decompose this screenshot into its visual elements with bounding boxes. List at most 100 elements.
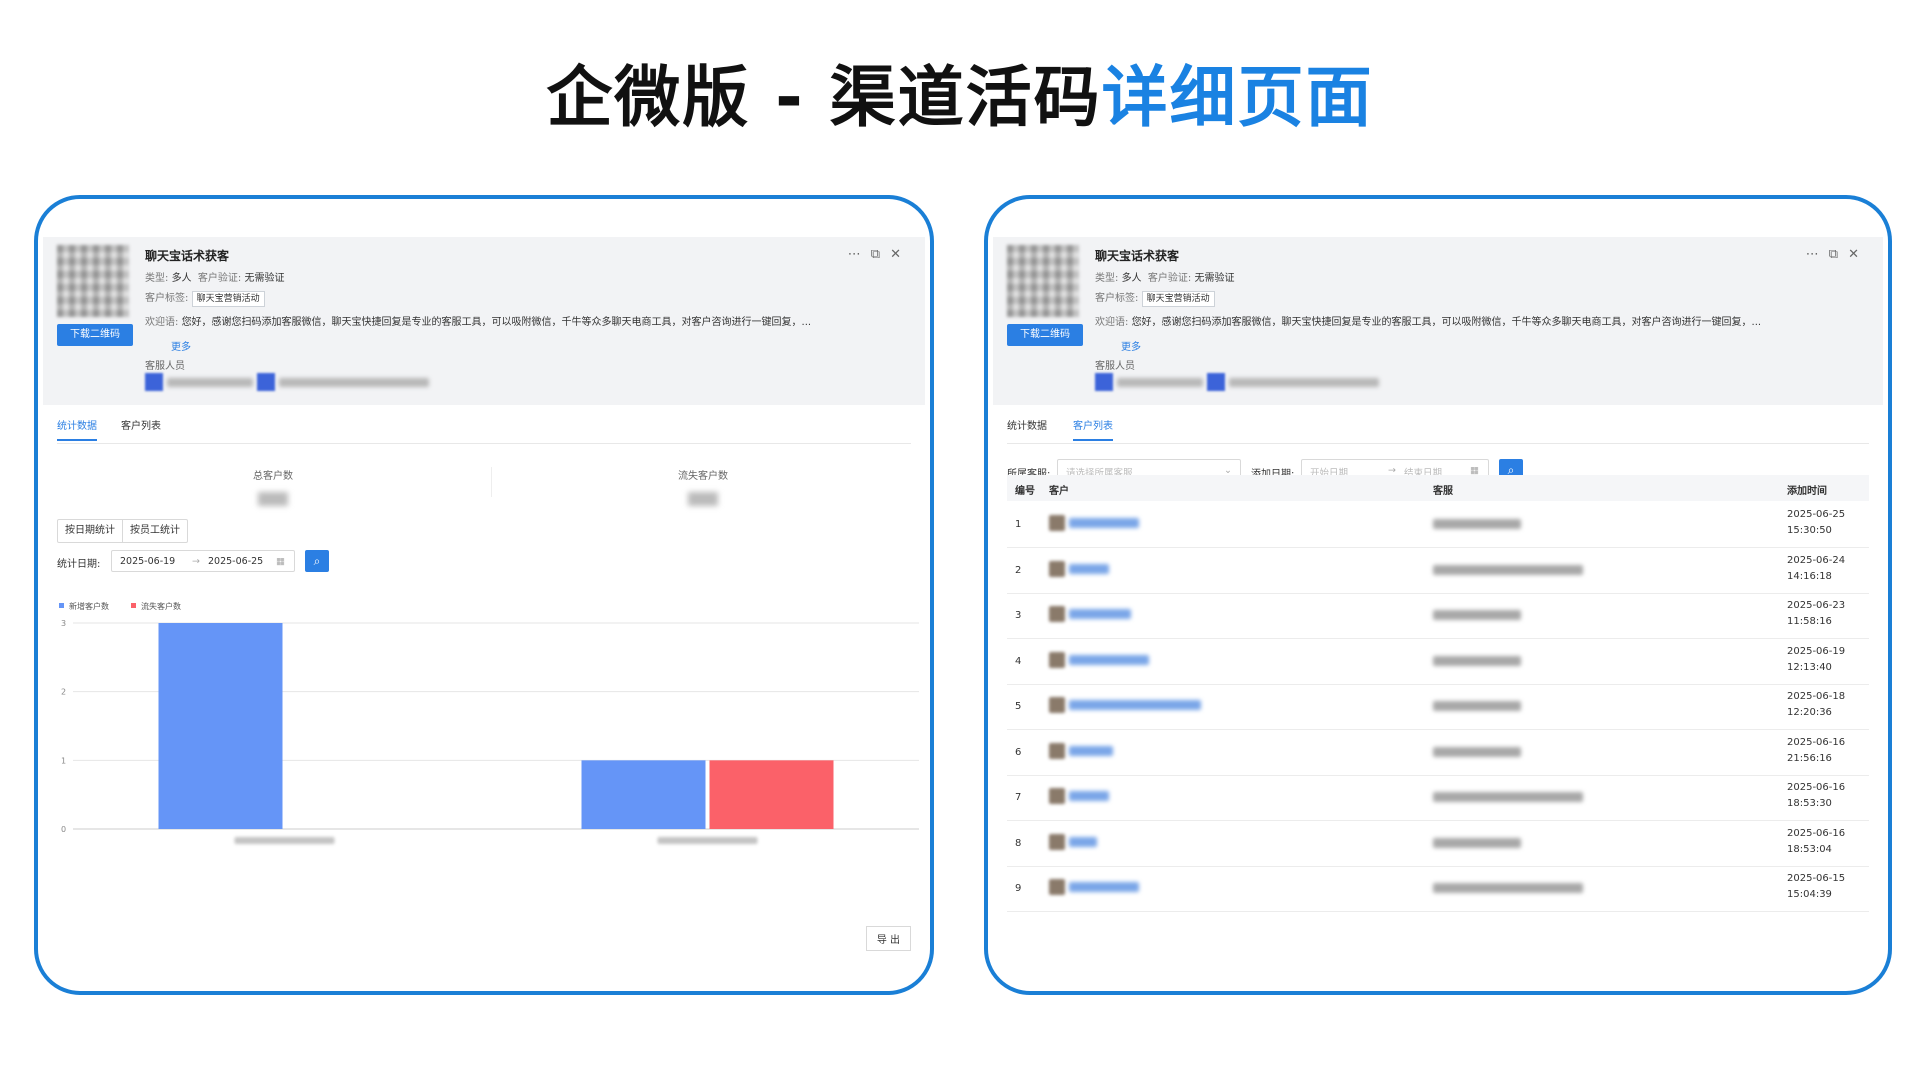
qr-code-image	[1007, 245, 1079, 317]
customer-tag: 聊天宝营销活动	[191, 291, 265, 307]
customer-name-link[interactable]	[1069, 654, 1149, 665]
search-icon: ⌕	[313, 554, 321, 568]
customer-name-link[interactable]	[1069, 563, 1109, 574]
header-actions: ⋯⧉✕	[1806, 247, 1869, 262]
avatar	[1207, 373, 1225, 391]
table-row[interactable]: 9 2025-06-15 15:04:39	[1007, 865, 1869, 912]
legend-swatch	[59, 603, 64, 608]
more-link[interactable]: 更多	[171, 338, 191, 353]
row-number: 2	[1015, 564, 1022, 576]
add-date: 2025-06-19	[1787, 645, 1846, 657]
table-row[interactable]: 2 2025-06-24 14:16:18	[1007, 547, 1869, 594]
add-time: 15:30:50	[1787, 525, 1832, 536]
channel-detail-header: 下载二维码 聊天宝话术获客 类型: 多人 客户验证: 无需验证 客户标签: 聊天…	[43, 237, 925, 405]
popout-icon[interactable]: ⧉	[871, 247, 890, 262]
table-row[interactable]: 8 2025-06-16 18:53:04	[1007, 820, 1869, 867]
add-time: 11:58:16	[1787, 616, 1832, 627]
avatar	[145, 373, 163, 391]
staff-list	[145, 373, 455, 391]
calendar-icon: ▦	[276, 556, 285, 567]
row-number: 4	[1015, 655, 1022, 667]
avatar	[1095, 373, 1113, 391]
add-date: 2025-06-25	[1787, 509, 1846, 520]
add-time: 18:53:04	[1787, 843, 1832, 855]
customer-name-link[interactable]	[1069, 700, 1201, 710]
staff-list	[1095, 373, 1405, 391]
legend-swatch	[131, 603, 136, 608]
tab-customer-list[interactable]: 客户列表	[1073, 417, 1113, 432]
tab-divider	[57, 443, 911, 444]
popout-icon[interactable]: ⧉	[1829, 247, 1848, 262]
download-qr-button[interactable]: 下载二维码	[1007, 324, 1083, 346]
row-number: 8	[1015, 837, 1022, 849]
avatar	[1049, 651, 1065, 668]
avatar	[1049, 788, 1065, 804]
close-icon[interactable]: ✕	[890, 247, 911, 262]
staff-name	[279, 378, 429, 387]
staff-label: 客服人员	[145, 361, 185, 372]
customer-name-link[interactable]	[1069, 836, 1097, 847]
y-tick-label: 1	[61, 756, 66, 765]
add-date: 2025-06-15	[1787, 873, 1846, 884]
total-customers-stat: 总客户数	[173, 467, 373, 506]
stat-divider	[491, 467, 492, 497]
by-date-button[interactable]: 按日期统计	[58, 520, 123, 542]
more-icon[interactable]: ⋯	[1806, 247, 1829, 262]
avatar	[1049, 697, 1065, 713]
bar	[581, 760, 706, 829]
avatar	[1049, 606, 1065, 622]
table-row[interactable]: 3 2025-06-23 11:58:16	[1007, 592, 1869, 639]
date-range-input[interactable]: 2025-06-19 → 2025-06-25 ▦	[111, 550, 295, 572]
add-date: 2025-06-16	[1787, 736, 1846, 748]
table-row[interactable]: 4 2025-06-19 12:13:40	[1007, 638, 1869, 685]
type-line: 类型: 多人 客户验证: 无需验证	[145, 273, 285, 284]
tag-line: 客户标签: 聊天宝营销活动	[1095, 289, 1215, 307]
add-time: 18:53:30	[1787, 798, 1832, 809]
staff-name	[1433, 564, 1583, 575]
avatar	[1049, 560, 1065, 577]
tab-stats[interactable]: 统计数据	[57, 417, 97, 432]
category-label	[657, 837, 758, 844]
customer-name-link[interactable]	[1069, 882, 1139, 892]
customer-name-link[interactable]	[1069, 518, 1139, 528]
customer-name-link[interactable]	[1069, 745, 1113, 756]
row-number: 1	[1015, 519, 1022, 530]
customer-name-link[interactable]	[1069, 609, 1131, 619]
row-number: 3	[1015, 610, 1022, 621]
customer-name-link[interactable]	[1069, 791, 1109, 801]
y-tick-label: 3	[61, 619, 66, 628]
bar-chart: 0 1 2 3新增客户数 流失客户数	[59, 601, 919, 844]
y-tick-label: 2	[61, 688, 66, 697]
by-staff-button[interactable]: 按员工统计	[123, 520, 187, 542]
channel-detail-header: 下载二维码 聊天宝话术获客 类型: 多人 客户验证: 无需验证 客户标签: 聊天…	[993, 237, 1883, 405]
tab-divider	[1007, 443, 1869, 444]
staff-label: 客服人员	[1095, 361, 1135, 372]
tab-customer-list[interactable]: 客户列表	[121, 417, 161, 432]
legend-label: 新增客户数	[69, 601, 109, 611]
export-button[interactable]: 导 出	[865, 926, 911, 951]
add-date: 2025-06-24	[1787, 554, 1846, 566]
channel-name: 聊天宝话术获客	[1095, 249, 1180, 263]
y-tick-label: 0	[61, 825, 66, 834]
staff-name	[1433, 701, 1521, 711]
download-qr-button[interactable]: 下载二维码	[57, 324, 133, 346]
tab-stats[interactable]: 统计数据	[1007, 417, 1047, 432]
staff-name	[1117, 378, 1203, 387]
table-row[interactable]: 7 2025-06-16 18:53:30	[1007, 774, 1869, 821]
category-label	[234, 837, 335, 844]
table-row[interactable]: 6 2025-06-16 21:56:16	[1007, 729, 1869, 776]
row-number: 7	[1015, 792, 1022, 803]
table-row[interactable]: 5 2025-06-18 12:20:36	[1007, 683, 1869, 730]
search-button[interactable]: ⌕	[305, 550, 329, 572]
more-link[interactable]: 更多	[1121, 338, 1141, 353]
row-number: 6	[1015, 746, 1022, 758]
bar	[158, 623, 283, 829]
date-label: 统计日期:	[57, 559, 101, 570]
table-row[interactable]: 1 2025-06-25 15:30:50	[1007, 501, 1869, 548]
more-icon[interactable]: ⋯	[848, 247, 871, 262]
qr-code-image	[57, 245, 129, 317]
active-tab-indicator	[1073, 439, 1113, 441]
close-icon[interactable]: ✕	[1848, 247, 1869, 262]
add-time: 15:04:39	[1787, 889, 1832, 900]
tag-line: 客户标签: 聊天宝营销活动	[145, 289, 265, 307]
